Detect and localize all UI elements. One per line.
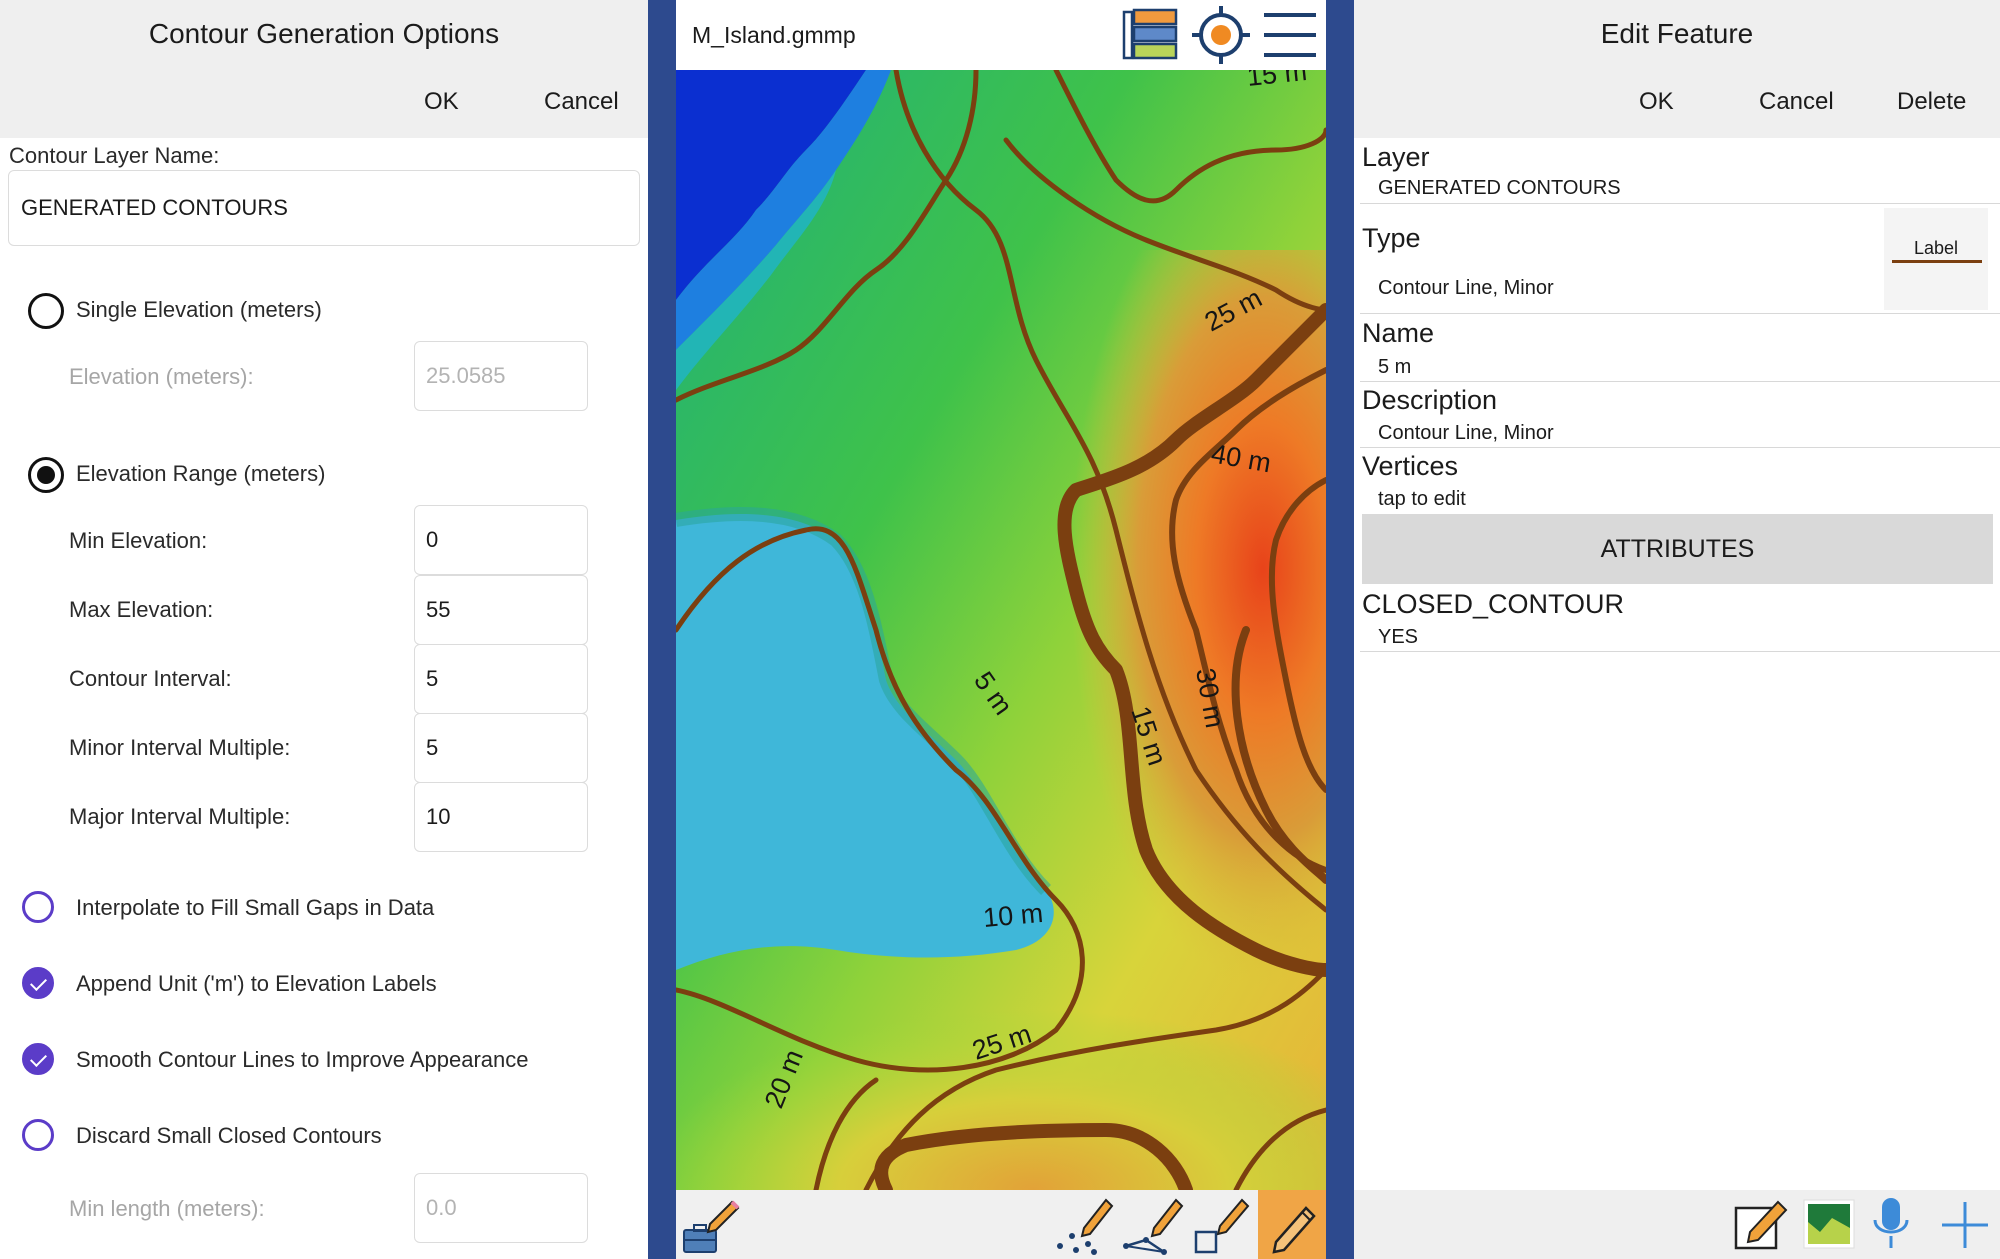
divider [1360,203,2000,204]
divider [1360,447,2000,448]
discard-small-checkbox[interactable] [22,1119,54,1151]
divider [1360,381,2000,382]
draw-line-icon[interactable] [1122,1192,1186,1256]
smooth-lines-checkbox[interactable] [22,1043,54,1075]
elevation-range-label: Elevation Range (meters) [76,461,326,486]
cancel-button[interactable]: Cancel [544,88,619,116]
contour-line-swatch [1892,260,1982,263]
name-value[interactable]: 5 m [1378,356,1411,379]
type-value[interactable]: Contour Line, Minor [1378,277,1554,300]
contour-options-panel: Contour Generation Options OK Cancel Con… [0,0,648,1259]
discard-small-label: Discard Small Closed Contours [76,1123,382,1148]
layer-label: Layer [1362,142,1430,172]
min-length-field[interactable]: 0.0 [414,1173,588,1243]
locate-icon[interactable] [1190,4,1252,66]
major-multiple-field[interactable]: 10 [414,782,588,852]
layer-value[interactable]: GENERATED CONTOURS [1378,177,1621,200]
microphone-icon[interactable] [1870,1196,1912,1254]
edit-feature-header: Edit Feature OK Cancel Delete [1354,0,2000,138]
minor-multiple-field[interactable]: 5 [414,713,588,783]
contour-interval-field[interactable]: 5 [414,644,588,714]
delete-button[interactable]: Delete [1897,88,1966,116]
attributes-header: ATTRIBUTES [1362,514,1993,584]
layer-name-label: Contour Layer Name: [9,143,220,168]
edit-note-icon[interactable] [1732,1196,1790,1252]
max-elevation-field[interactable]: 55 [414,575,588,645]
append-unit-label: Append Unit ('m') to Elevation Labels [76,971,437,996]
append-unit-checkbox[interactable] [22,967,54,999]
edit-feature-toolbar [1354,1190,2000,1259]
max-elevation-label: Max Elevation: [69,597,214,622]
layers-icon[interactable] [1122,6,1180,64]
ok-button[interactable]: OK [1639,88,1674,116]
draw-points-icon[interactable] [1054,1192,1118,1256]
elevation-label: Elevation (meters): [69,364,254,389]
elevation-field[interactable]: 25.0585 [414,341,588,411]
map-panel: M_Island.gmmp 15 m 25 m 40 m 30 m 15 m 5… [676,0,1326,1259]
edit-feature-panel: Edit Feature OK Cancel Delete Layer GENE… [1354,0,2000,1259]
name-label: Name [1362,318,1435,348]
map-frame: M_Island.gmmp 15 m 25 m 40 m 30 m 15 m 5… [648,0,1354,1259]
interpolate-gaps-label: Interpolate to Fill Small Gaps in Data [76,895,435,920]
description-label: Description [1362,385,1498,415]
type-style-preview[interactable]: Label [1884,208,1988,310]
divider [1360,651,2000,652]
min-elevation-field[interactable]: 0 [414,505,588,575]
contour-label: 10 m [982,898,1044,933]
edit-toolbox-icon[interactable] [680,1194,744,1256]
contour-options-header: Contour Generation Options OK Cancel [0,0,648,138]
map-header: M_Island.gmmp [676,0,1326,70]
type-preview-label: Label [1913,238,1959,258]
min-elevation-label: Min Elevation: [69,528,208,553]
single-elevation-label: Single Elevation (meters) [76,297,322,322]
edit-feature-icon[interactable] [1258,1190,1326,1259]
single-elevation-radio[interactable] [28,293,64,329]
add-icon[interactable] [1940,1200,1990,1250]
map-toolbar [676,1190,1326,1259]
vertices-label: Vertices [1362,451,1459,481]
interpolate-gaps-checkbox[interactable] [22,891,54,923]
attribute-value[interactable]: YES [1378,626,1418,649]
panel-title: Edit Feature [1600,18,1754,49]
contour-interval-label: Contour Interval: [69,666,232,691]
map-title: M_Island.gmmp [692,22,856,48]
divider [1360,313,2000,314]
description-value[interactable]: Contour Line, Minor [1378,422,1554,445]
major-multiple-label: Major Interval Multiple: [69,804,291,829]
min-length-label: Min length (meters): [69,1196,265,1221]
map-image-icon[interactable] [1802,1198,1856,1250]
attribute-name: CLOSED_CONTOUR [1362,589,1625,619]
elevation-range-radio[interactable] [28,457,64,493]
vertices-value[interactable]: tap to edit [1378,488,1466,511]
minor-multiple-label: Minor Interval Multiple: [69,735,291,760]
smooth-lines-label: Smooth Contour Lines to Improve Appearan… [76,1047,529,1072]
draw-area-icon[interactable] [1190,1192,1254,1256]
ok-button[interactable]: OK [424,88,459,116]
type-label: Type [1362,223,1421,253]
map-canvas[interactable]: 15 m 25 m 40 m 30 m 15 m 5 m 10 m 25 m 2… [676,56,1326,1197]
cancel-button[interactable]: Cancel [1759,88,1834,116]
menu-icon[interactable] [1262,10,1318,60]
layer-name-field[interactable]: GENERATED CONTOURS [8,170,640,246]
panel-title: Contour Generation Options [148,18,500,49]
